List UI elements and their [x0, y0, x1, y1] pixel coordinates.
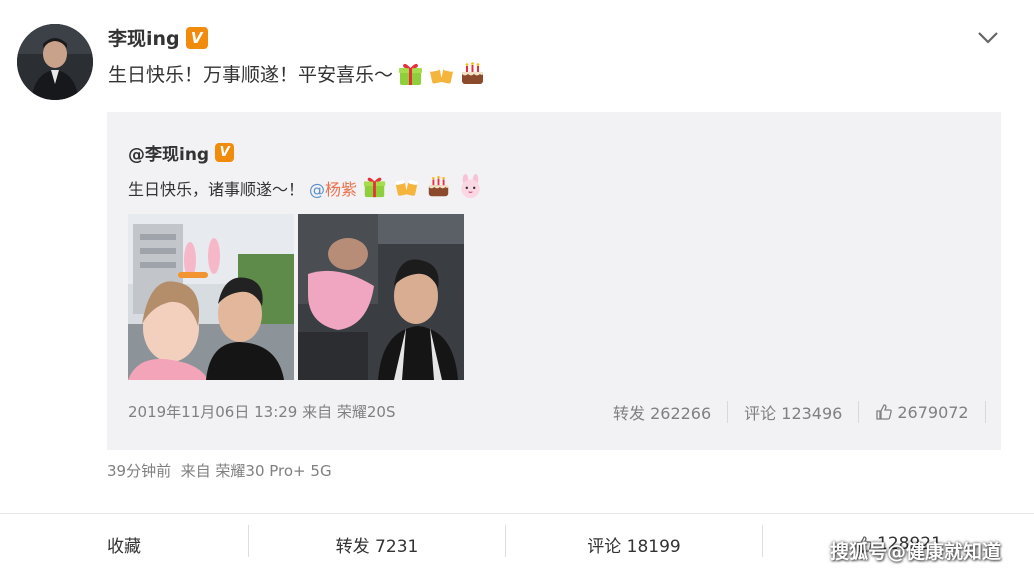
- repost-author-header: @李现ing V: [128, 140, 235, 165]
- repost-comment-button[interactable]: 评论 123496: [728, 400, 858, 424]
- thumbs-up-icon: [876, 404, 893, 420]
- author-avatar[interactable]: [17, 24, 93, 100]
- chevron-down-icon[interactable]: [975, 28, 1001, 48]
- repost-label: 转发 7231: [335, 536, 419, 557]
- repost-date[interactable]: 2019年11月06日 13:29: [128, 403, 297, 421]
- repost-button[interactable]: 转发 7231: [249, 514, 505, 574]
- cake-emoji-icon: [459, 60, 486, 87]
- verified-badge-icon: V: [215, 143, 235, 162]
- repost-text: 生日快乐，诸事顺遂～！: [128, 179, 305, 199]
- repost-card: @李现ing V 生日快乐，诸事顺遂～！ @杨紫 2019年11月06日 13:…: [107, 112, 1001, 450]
- repost-like-button[interactable]: 2679072: [859, 403, 984, 422]
- repost-like-count: 2679072: [897, 402, 969, 422]
- comment-button[interactable]: 评论 18199: [506, 514, 762, 574]
- comment-label: 评论 18199: [587, 536, 681, 557]
- cheers-emoji-icon: [394, 174, 421, 201]
- mention-at: @: [309, 179, 326, 199]
- post-time[interactable]: 39分钟前: [107, 462, 171, 480]
- repost-meta: 2019年11月06日 13:29 来自 荣耀20S: [128, 401, 396, 422]
- cake-emoji-icon: [426, 174, 453, 201]
- favorite-button[interactable]: 收藏: [0, 514, 248, 574]
- pink-rabbit-emoji-icon: [458, 174, 485, 201]
- divider: [984, 401, 986, 423]
- post-source: 来自 荣耀30 Pro+ 5G: [180, 462, 332, 480]
- repost-author-name[interactable]: @李现ing: [128, 140, 209, 165]
- repost-repost-button[interactable]: 转发 262266: [597, 400, 727, 424]
- gift-emoji-icon: [397, 60, 424, 87]
- verified-badge-icon: V: [185, 26, 208, 49]
- post-content: 生日快乐！万事顺遂！平安喜乐～: [108, 60, 486, 87]
- post-meta: 39分钟前 来自 荣耀30 Pro+ 5G: [107, 460, 332, 481]
- post-text: 生日快乐！万事顺遂！平安喜乐～: [108, 64, 394, 86]
- repost-photo-2[interactable]: [298, 214, 464, 380]
- gift-emoji-icon: [362, 174, 389, 201]
- favorite-label: 收藏: [107, 536, 141, 557]
- watermark: 搜狐号@健康就知道: [830, 541, 1002, 563]
- cheers-emoji-icon: [428, 60, 455, 87]
- mention-link[interactable]: @杨紫: [309, 176, 357, 200]
- repost-actions: 转发 262266 评论 123496 2679072: [597, 400, 987, 424]
- author-header: 李现ing V: [108, 24, 208, 51]
- repost-source: 来自 荣耀20S: [302, 403, 396, 421]
- repost-photo-1[interactable]: [128, 214, 294, 380]
- author-name[interactable]: 李现ing: [108, 24, 180, 51]
- mention-name: 杨紫: [325, 179, 358, 199]
- repost-content: 生日快乐，诸事顺遂～！ @杨紫: [128, 174, 485, 201]
